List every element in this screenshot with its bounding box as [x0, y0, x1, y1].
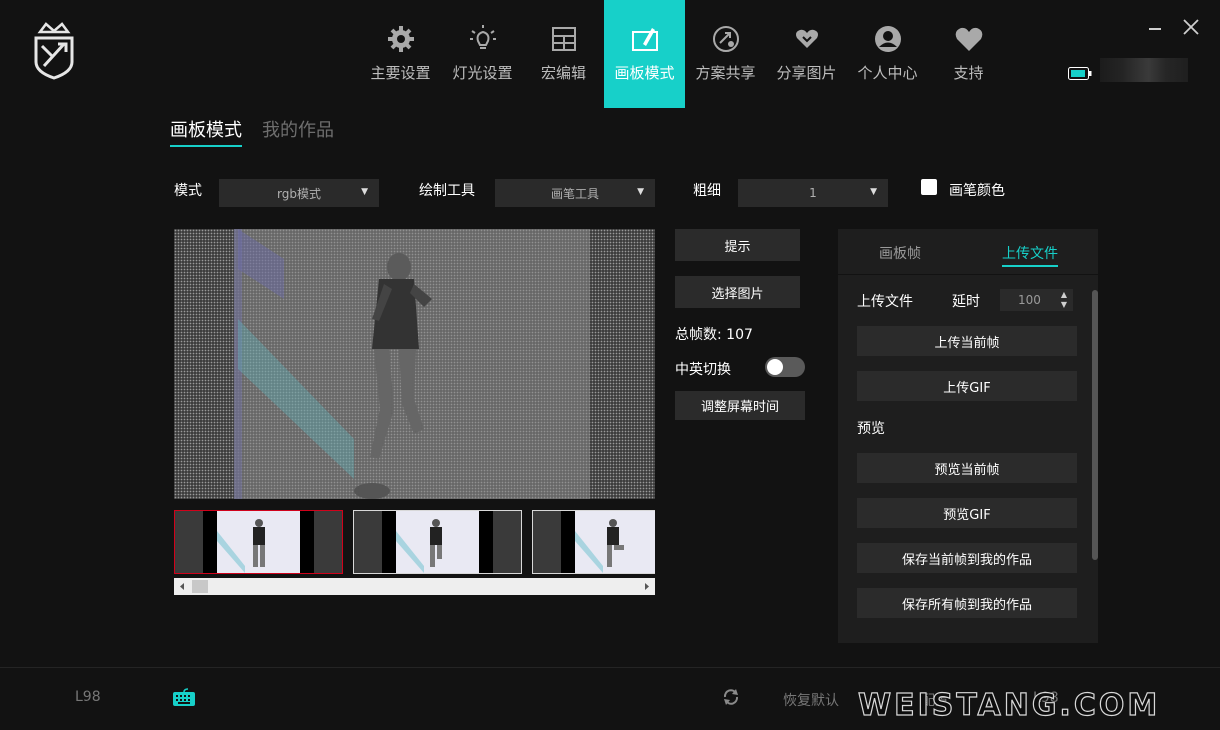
user-name-redacted [1100, 58, 1188, 82]
lang-switch-toggle[interactable] [765, 357, 805, 377]
lightbulb-icon [469, 25, 496, 49]
nav-label: 画板模式 [614, 64, 675, 82]
chevron-down-icon: ▼ [870, 187, 877, 197]
active-tab-underline [170, 145, 242, 147]
panel-scrollbar[interactable] [1092, 290, 1098, 560]
delay-value: 100 [1018, 293, 1041, 307]
tab-drawing-mode[interactable]: 画板模式 [170, 116, 242, 142]
brush-color-label: 画笔颜色 [949, 183, 1005, 199]
save-current-frame-button[interactable]: 保存当前帧到我的作品 [857, 543, 1077, 573]
total-frames-text: 总帧数: 107 [675, 327, 753, 343]
chevron-down-icon: ▼ [637, 187, 644, 197]
grid-icon [551, 27, 576, 51]
nav-label: 方案共享 [695, 64, 756, 82]
app-logo [30, 22, 78, 80]
heart-icon [955, 27, 982, 51]
frame-thumbnail-image [382, 511, 493, 573]
upload-file-label: 上传文件 [857, 294, 913, 310]
canvas-image [234, 229, 590, 499]
close-icon [1183, 19, 1199, 35]
brush-width-select[interactable]: 1 ▼ [738, 179, 888, 207]
nav-personal-center[interactable]: 个人中心 [847, 0, 928, 108]
frame-thumbnail[interactable] [532, 510, 655, 574]
minimize-button[interactable] [1144, 16, 1166, 38]
frame-thumbnail-strip [174, 510, 655, 574]
chevron-up-icon[interactable]: ▲ [1061, 290, 1067, 300]
nav-drawing-board[interactable]: 画板模式 [604, 0, 685, 108]
brush-color-checkbox[interactable] [921, 179, 937, 195]
tab-board-frames[interactable]: 画板帧 [879, 243, 921, 263]
frame-thumbnail[interactable] [353, 510, 522, 574]
panel-divider [838, 274, 1098, 275]
brush-width-label: 粗细 [693, 183, 721, 199]
nav-label: 支持 [953, 64, 984, 82]
draw-tool-select[interactable]: 画笔工具 ▼ [495, 179, 655, 207]
preview-current-frame-button[interactable]: 预览当前帧 [857, 453, 1077, 483]
refresh-icon[interactable] [722, 688, 740, 710]
delay-spinbox[interactable]: 100 ▲ ▼ [1000, 289, 1073, 311]
lang-switch-label: 中英切换 [675, 362, 731, 378]
keyboard-icon[interactable] [172, 688, 196, 712]
chevron-down-icon[interactable]: ▼ [1061, 300, 1067, 310]
upload-current-frame-button[interactable]: 上传当前帧 [857, 326, 1077, 356]
nav-label: 宏编辑 [540, 64, 586, 82]
nav-light-settings[interactable]: 灯光设置 [442, 0, 523, 108]
minimize-icon [1149, 28, 1161, 30]
nav-label: 分享图片 [776, 64, 837, 82]
nav-main-settings[interactable]: 主要设置 [360, 0, 441, 108]
save-all-frames-button[interactable]: 保存所有帧到我的作品 [857, 588, 1077, 618]
watermark-text: WEISTANG.COM [857, 687, 1161, 723]
footer-divider [0, 667, 1220, 668]
delay-label: 延时 [952, 294, 980, 310]
drawing-board-icon [631, 28, 658, 51]
user-icon [874, 26, 901, 52]
upload-gif-button[interactable]: 上传GIF [857, 371, 1077, 401]
draw-tool-label: 绘制工具 [419, 183, 475, 199]
draw-tool-select-value: 画笔工具 [550, 186, 599, 201]
mode-select-value: rgb模式 [277, 186, 321, 201]
preview-gif-button[interactable]: 预览GIF [857, 498, 1077, 528]
frame-thumbnail[interactable] [174, 510, 343, 574]
nav-scheme-share[interactable]: 方案共享 [685, 0, 766, 108]
select-image-button[interactable]: 选择图片 [675, 276, 800, 308]
nav-share-image[interactable]: 分享图片 [766, 0, 847, 108]
hint-button[interactable]: 提示 [675, 229, 800, 261]
chevron-down-icon: ▼ [361, 187, 368, 197]
panel-tab-underline [1002, 265, 1058, 267]
battery-icon [1068, 67, 1092, 80]
tab-my-works[interactable]: 我的作品 [262, 116, 334, 142]
device-name: L98 [75, 689, 101, 705]
heart-share-icon [795, 29, 818, 48]
nav-label: 个人中心 [857, 64, 918, 82]
nav-label: 主要设置 [370, 64, 431, 82]
nav-support[interactable]: 支持 [928, 0, 1009, 108]
brush-width-select-value: 1 [809, 186, 817, 200]
share-scheme-icon [712, 26, 739, 52]
drawing-canvas[interactable] [174, 229, 655, 499]
nav-macro-edit[interactable]: 宏编辑 [523, 0, 604, 108]
frame-strip-scrollbar[interactable] [174, 578, 655, 595]
frame-thumbnail-image [203, 511, 314, 573]
frame-thumbnail-image [561, 511, 655, 573]
tab-upload-file[interactable]: 上传文件 [1002, 243, 1058, 263]
nav-label: 灯光设置 [452, 64, 513, 82]
mode-label: 模式 [174, 183, 202, 199]
preview-label: 预览 [857, 421, 885, 437]
mode-select[interactable]: rgb模式 ▼ [219, 179, 379, 207]
adjust-screen-time-button[interactable]: 调整屏幕时间 [675, 391, 805, 420]
restore-default-button[interactable]: 恢复默认 [783, 690, 839, 710]
gear-icon [387, 26, 414, 52]
close-button[interactable] [1180, 16, 1202, 38]
